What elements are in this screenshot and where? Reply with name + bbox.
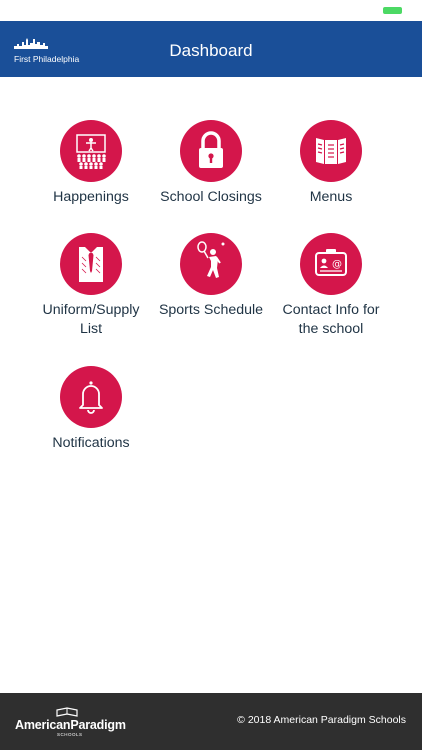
sports-schedule-button[interactable] bbox=[180, 233, 242, 295]
tile-happenings[interactable]: Happenings bbox=[31, 120, 151, 207]
contact-card-icon: @ bbox=[315, 249, 347, 276]
tile-school-closings[interactable]: School Closings bbox=[151, 120, 271, 207]
happenings-button[interactable] bbox=[60, 120, 122, 182]
tile-label: School Closings bbox=[160, 189, 262, 205]
shirt-tie-icon bbox=[79, 247, 103, 282]
battery-icon bbox=[383, 7, 402, 14]
uniform-supply-list-button[interactable] bbox=[60, 233, 122, 295]
tile-label: Uniform/Supply List bbox=[42, 302, 140, 337]
page-title: Dashboard bbox=[169, 41, 253, 60]
tile-sports-schedule[interactable]: Sports Schedule bbox=[151, 233, 271, 320]
tile-notifications[interactable]: Notifications bbox=[31, 366, 151, 453]
svg-text:@: @ bbox=[332, 259, 342, 270]
tile-label: Sports Schedule bbox=[158, 302, 264, 318]
notifications-button[interactable] bbox=[60, 366, 122, 428]
menus-button[interactable] bbox=[300, 120, 362, 182]
menu-booklet-icon bbox=[316, 138, 346, 164]
tile-label: Menus bbox=[309, 189, 353, 205]
tile-menus[interactable]: Menus bbox=[271, 120, 391, 207]
book-icon bbox=[56, 707, 78, 717]
american-paradigm-logo: AmericanParadigm SCHOOLS bbox=[15, 707, 126, 737]
tile-label: Happenings bbox=[53, 189, 129, 205]
footer-brand-sub: SCHOOLS bbox=[57, 732, 83, 737]
school-closings-button[interactable] bbox=[180, 120, 242, 182]
app-header: First Philadelphia Dashboard bbox=[0, 21, 422, 77]
tile-label: Notifications bbox=[52, 435, 130, 451]
tile-label: Contact Info for the school bbox=[282, 302, 380, 337]
tile-contact-info[interactable]: @ Contact Info for the school bbox=[271, 233, 391, 339]
audience-icon bbox=[76, 134, 106, 169]
footer-brand: AmericanParadigm bbox=[15, 718, 126, 732]
contact-info-button[interactable]: @ bbox=[300, 233, 362, 295]
padlock-icon bbox=[199, 131, 223, 168]
tile-uniform-supply-list[interactable]: Uniform/Supply List bbox=[31, 233, 151, 339]
copyright-text: © 2018 American Paradigm Schools bbox=[237, 714, 406, 726]
footer: AmericanParadigm SCHOOLS © 2018 American… bbox=[0, 693, 422, 750]
tennis-player-icon bbox=[197, 241, 225, 278]
status-bar bbox=[0, 0, 422, 21]
bell-icon bbox=[79, 381, 103, 414]
